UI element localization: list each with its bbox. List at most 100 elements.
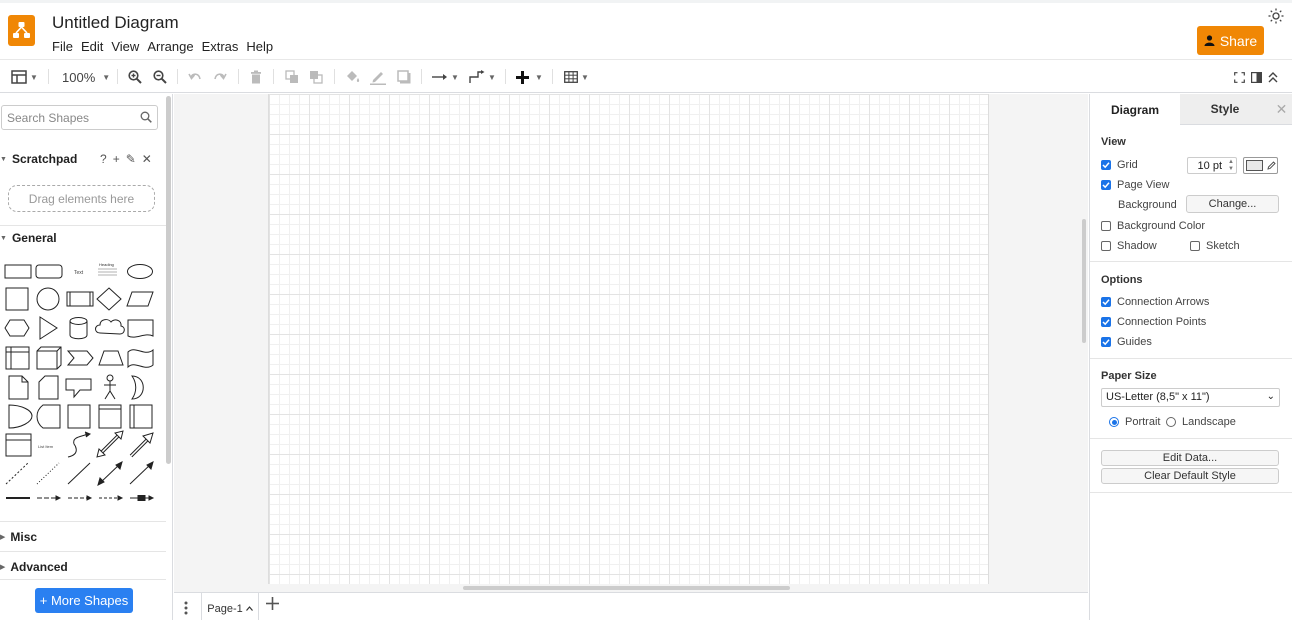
- diagram-page[interactable]: [268, 94, 989, 584]
- menu-view[interactable]: View: [111, 39, 144, 54]
- menu-edit[interactable]: Edit: [81, 39, 108, 54]
- general-header[interactable]: ▼ General: [0, 231, 57, 245]
- format-panel-button[interactable]: [1251, 67, 1262, 87]
- canvas-vertical-scrollbar[interactable]: [1082, 219, 1086, 343]
- shape-square[interactable]: [5, 287, 29, 311]
- menu-file[interactable]: File: [52, 39, 78, 54]
- shape-dashed-arrow[interactable]: [37, 495, 62, 501]
- advanced-header[interactable]: ▶ Advanced: [0, 560, 68, 574]
- line-color-button[interactable]: [370, 67, 386, 87]
- shape-ellipse[interactable]: [127, 264, 153, 279]
- kebab-menu-icon[interactable]: [184, 601, 188, 615]
- menu-extras[interactable]: Extras: [202, 39, 244, 54]
- scratchpad-edit-icon[interactable]: ✎: [126, 152, 136, 166]
- guides-option[interactable]: Guides: [1101, 336, 1152, 348]
- chevron-up-icon[interactable]: [245, 606, 253, 611]
- sketch-option[interactable]: Sketch: [1190, 240, 1240, 252]
- background-color-checkbox[interactable]: [1101, 221, 1111, 231]
- shadow-checkbox[interactable]: [1101, 241, 1111, 251]
- menu-help[interactable]: Help: [246, 39, 278, 54]
- close-panel-icon[interactable]: ✕: [1270, 94, 1292, 125]
- document-title[interactable]: Untitled Diagram: [52, 13, 179, 33]
- fill-color-button[interactable]: [345, 67, 361, 87]
- waypoints-button[interactable]: ▼: [469, 67, 496, 87]
- search-icon[interactable]: [140, 111, 152, 123]
- shape-rounded-rectangle[interactable]: [35, 264, 63, 279]
- menu-arrange[interactable]: Arrange: [147, 39, 198, 54]
- shape-rect-stack[interactable]: [67, 404, 91, 429]
- more-shapes-button[interactable]: + More Shapes: [35, 588, 133, 613]
- clear-default-style-button[interactable]: Clear Default Style: [1101, 468, 1279, 484]
- shape-dashed-line[interactable]: [5, 462, 29, 485]
- grid-option[interactable]: Grid: [1101, 159, 1138, 171]
- shape-internal-storage[interactable]: [5, 346, 30, 370]
- grid-size-stepper[interactable]: 10 pt ▲ ▼: [1187, 157, 1237, 174]
- shape-hexagon[interactable]: [4, 319, 30, 337]
- shape-diamond[interactable]: [96, 287, 122, 311]
- shape-cylinder[interactable]: [69, 317, 88, 340]
- sidebar-scrollbar[interactable]: [166, 96, 171, 464]
- shape-and[interactable]: [8, 404, 33, 429]
- page-view-checkbox[interactable]: [1101, 180, 1111, 190]
- shape-composition-arrow[interactable]: [130, 495, 155, 501]
- add-page-icon[interactable]: [266, 597, 279, 610]
- shape-frame[interactable]: [129, 404, 153, 429]
- format-panel-toggle[interactable]: ▼: [11, 67, 38, 87]
- drawio-logo[interactable]: [8, 15, 35, 46]
- shape-actor[interactable]: [104, 374, 116, 400]
- undo-button[interactable]: [188, 67, 202, 87]
- shape-callout[interactable]: [65, 378, 92, 399]
- shape-parallelogram[interactable]: [126, 291, 154, 307]
- connection-points-option[interactable]: Connection Points: [1101, 316, 1206, 328]
- page-tab-page-1[interactable]: Page-1: [201, 593, 259, 620]
- zoom-in-button[interactable]: [128, 67, 142, 87]
- shape-step[interactable]: [66, 350, 94, 366]
- landscape-option[interactable]: Landscape: [1166, 416, 1236, 428]
- shape-line[interactable]: [67, 462, 91, 485]
- connection-style-button[interactable]: ▼: [432, 67, 459, 87]
- change-background-button[interactable]: Change...: [1186, 195, 1279, 213]
- shape-arrow[interactable]: [129, 432, 154, 458]
- shape-bidirectional-connector[interactable]: [97, 461, 123, 486]
- guides-checkbox[interactable]: [1101, 337, 1111, 347]
- scratchpad-add-icon[interactable]: +: [113, 152, 120, 166]
- page-view-option[interactable]: Page View: [1101, 179, 1169, 191]
- shape-process[interactable]: [66, 291, 94, 307]
- shape-dashed-arrow-2[interactable]: [68, 495, 93, 501]
- canvas-horizontal-scrollbar[interactable]: [463, 586, 790, 590]
- to-back-button[interactable]: [309, 67, 324, 87]
- table-button[interactable]: ▼: [564, 67, 589, 87]
- stepper-arrows-icon[interactable]: ▲ ▼: [1228, 159, 1234, 173]
- portrait-radio[interactable]: [1109, 417, 1119, 427]
- shape-circle[interactable]: [36, 287, 60, 311]
- shadow-option[interactable]: Shadow: [1101, 240, 1157, 252]
- diagram-canvas[interactable]: [174, 94, 1088, 592]
- shape-container[interactable]: [98, 404, 122, 429]
- pencil-icon[interactable]: [1267, 161, 1276, 170]
- scratchpad-dropzone[interactable]: Drag elements here: [8, 185, 155, 212]
- background-color-option[interactable]: Background Color: [1101, 220, 1205, 232]
- sketch-checkbox[interactable]: [1190, 241, 1200, 251]
- sun-icon[interactable]: [1268, 8, 1284, 24]
- shape-curve[interactable]: [67, 431, 92, 458]
- shape-or[interactable]: [131, 375, 144, 400]
- redo-button[interactable]: [213, 67, 227, 87]
- search-input[interactable]: Search Shapes: [1, 105, 158, 130]
- share-button[interactable]: Share: [1197, 26, 1264, 55]
- tab-diagram[interactable]: Diagram: [1090, 94, 1180, 125]
- grid-checkbox[interactable]: [1101, 160, 1111, 170]
- shadow-button[interactable]: [397, 67, 411, 87]
- shape-text[interactable]: Text: [74, 270, 84, 276]
- tab-style[interactable]: Style: [1180, 94, 1270, 125]
- shape-rectangle[interactable]: [4, 264, 32, 279]
- delete-button[interactable]: [250, 67, 262, 87]
- shape-cube[interactable]: [36, 346, 62, 370]
- connection-arrows-option[interactable]: Connection Arrows: [1101, 296, 1209, 308]
- shape-dotted-arrow[interactable]: [99, 495, 124, 501]
- fullscreen-button[interactable]: [1234, 67, 1245, 87]
- shape-list-item[interactable]: List Item: [38, 444, 54, 449]
- landscape-radio[interactable]: [1166, 417, 1176, 427]
- to-front-button[interactable]: [285, 67, 300, 87]
- paper-size-select[interactable]: US-Letter (8,5" x 11") ⌄: [1101, 388, 1280, 407]
- grid-color-picker[interactable]: [1243, 157, 1278, 174]
